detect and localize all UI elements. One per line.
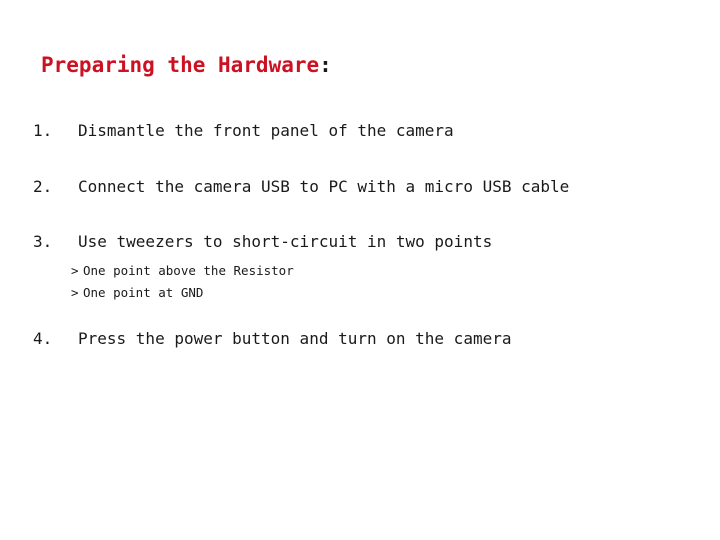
list-item: 2. Connect the camera USB to PC with a mi… [33, 177, 569, 197]
sub-list-item-label: One point at GND [83, 285, 204, 300]
list-item-label: Use tweezers to short-circuit in two poi… [78, 232, 493, 251]
list-item-number: 1. [33, 121, 53, 140]
sub-bullet-list: > One point above the Resistor > One point… [71, 260, 294, 304]
sub-list-item: > One point at GND [71, 282, 294, 304]
list-item-label: Dismantle the front panel of the camera [78, 121, 454, 140]
list-item: 4. Press the power button and turn on the… [33, 329, 511, 349]
list-item: 1. Dismantle the front panel of the camer… [33, 121, 454, 141]
slide-canvas: Preparing the Hardware: 1. Dismantle the … [0, 0, 720, 540]
chevron-right-icon: > [71, 263, 79, 278]
sub-list-item-label: One point above the Resistor [83, 263, 294, 278]
list-item-label: Press the power button and turn on the c… [78, 329, 512, 348]
list-item-number: 2. [33, 177, 53, 196]
sub-list-item: > One point above the Resistor [71, 260, 294, 282]
list-item-label: Connect the camera USB to PC with a micr… [78, 177, 570, 196]
page-title: Preparing the Hardware: [41, 52, 332, 78]
list-item-number: 3. [33, 232, 53, 251]
list-item-number: 4. [33, 329, 53, 348]
chevron-right-icon: > [71, 285, 79, 300]
page-title-text: Preparing the Hardware [41, 53, 320, 77]
page-title-colon: : [319, 53, 332, 77]
list-item: 3. Use tweezers to short-circuit in two p… [33, 232, 492, 252]
